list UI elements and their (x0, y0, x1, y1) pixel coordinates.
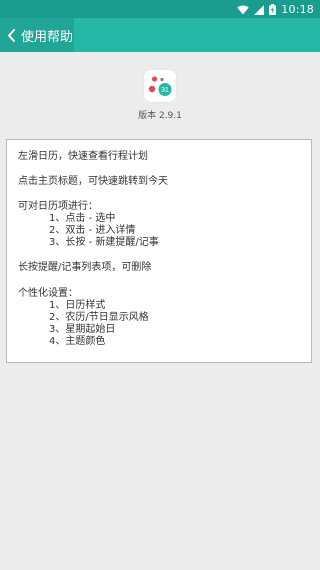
longpress-tip: 长按提醒/记事列表项，可删除 (18, 262, 152, 273)
signal-icon (254, 0, 265, 19)
list-item: 2、双击 - 进入详情 (49, 225, 136, 236)
list-item: 1、日历样式 (49, 300, 106, 311)
swipe-tip: 左滑日历，快速查看行程计划 (18, 151, 148, 162)
page-title: 使用帮助 (21, 29, 74, 45)
help-card: 左滑日历，快速查看行程计划 点击主页标题，可快速跳转到今天 可对日历项进行： 1… (6, 139, 312, 363)
personalize-heading: 个性化设置： (18, 288, 78, 299)
app-logo: 31 (144, 70, 176, 102)
list-item: 4、主题颜色 (49, 336, 106, 347)
status-time: 10:18 (281, 2, 314, 16)
list-item: 2、农历/节日显示风格 (49, 312, 149, 323)
list-item: 3、星期起始日 (49, 324, 116, 335)
calendar-ops-heading: 可对日历项进行： (18, 201, 98, 212)
status-bar: 10:18 (0, 0, 320, 18)
battery-icon (269, 0, 277, 19)
app-bar: 使用帮助 (0, 18, 320, 52)
title-tip: 点击主页标题，可快速跳转到今天 (18, 176, 168, 187)
wifi-icon (237, 0, 249, 19)
back-button[interactable]: 使用帮助 (0, 18, 74, 52)
list-item: 1、点击 - 选中 (49, 213, 116, 224)
list-item: 3、长按 - 新建提醒/记事 (49, 237, 159, 248)
version-label: 版本 2.9.1 (138, 111, 182, 121)
logo-badge: 31 (161, 87, 169, 94)
status-icons: 10:18 (237, 1, 314, 17)
chevron-left-icon[interactable] (4, 28, 18, 42)
